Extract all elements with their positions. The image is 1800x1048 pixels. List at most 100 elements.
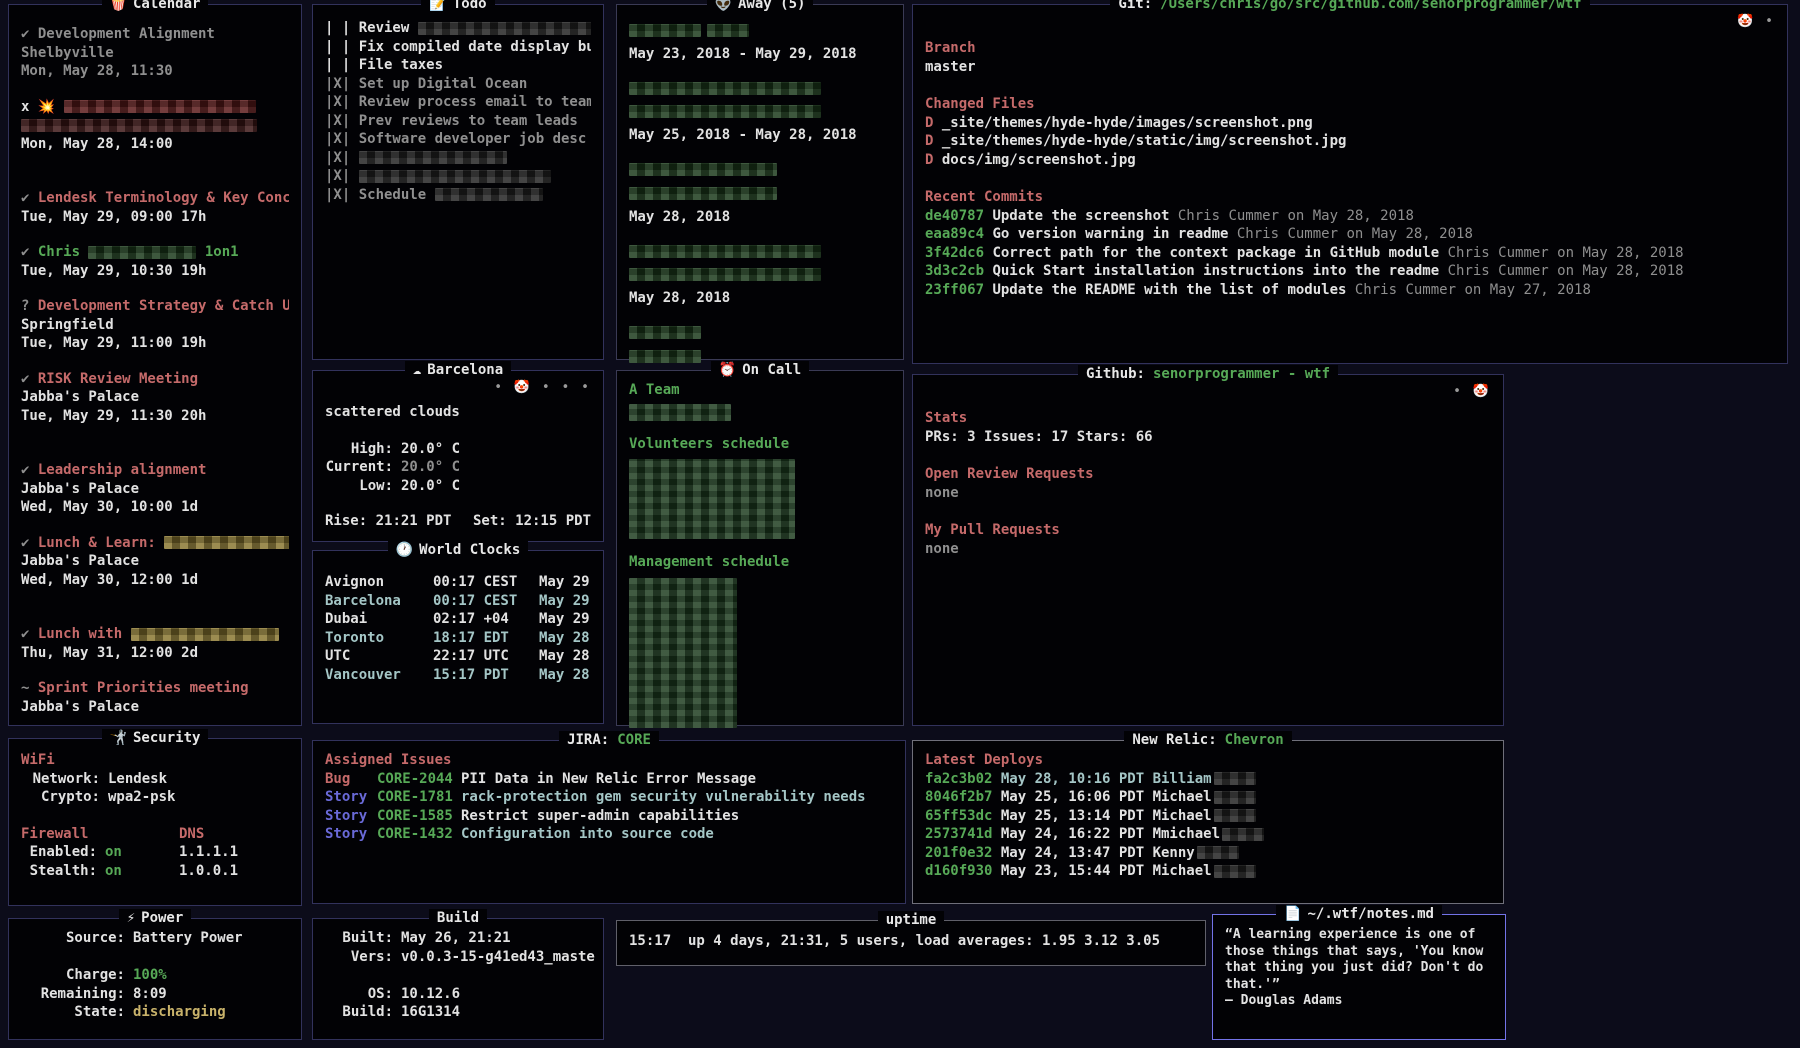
calendar-event-line: ✔ Chris 1on1 <box>21 243 289 262</box>
todo-item[interactable]: | | File taxes <box>325 56 591 75</box>
deploy-author: Mmichael <box>1153 826 1220 842</box>
row-value: Lendesk <box>108 771 167 787</box>
commit-row: 3f42dc6 Correct path for the context pac… <box>925 244 1775 263</box>
checked-checkbox: |X| <box>325 168 359 184</box>
on-call-heading: Management schedule <box>629 553 891 572</box>
redacted-schedule <box>629 578 737 728</box>
deploy-author: Billiam <box>1153 771 1212 787</box>
row-label: Network: <box>21 770 100 789</box>
panel-build[interactable]: Build Built:May 26, 21:21Vers:v0.0.3-15-… <box>312 918 604 1040</box>
todo-item[interactable]: |X| Software developer job desc <box>325 130 591 149</box>
todo-item[interactable]: |X| Set up Digital Ocean <box>325 75 591 94</box>
row-label: Low: <box>325 477 393 496</box>
notes-lines: “A learning experience is one ofthose th… <box>1225 925 1493 1010</box>
row-label: Charge: <box>21 966 125 985</box>
clown-indicator-icon: • 🤡 • • • <box>494 379 591 398</box>
deploy-row[interactable]: 201f0e32 May 24, 13:47 PDT Kenny <box>925 844 1491 863</box>
deploy-row[interactable]: 65ff53dc May 25, 13:14 PDT Michael <box>925 807 1491 826</box>
unchecked-checkbox: | | <box>325 39 359 55</box>
redacted-text <box>359 170 551 183</box>
todo-item[interactable]: |X| Review process email to team <box>325 93 591 112</box>
todo-item[interactable]: |X| Prev reviews to team leads <box>325 112 591 131</box>
calendar-event-line: Tue, May 29, 11:00 19h <box>21 334 289 353</box>
todo-item[interactable]: | | Review <box>325 19 591 38</box>
label-value-row: Source:Battery Power <box>21 929 289 948</box>
panel-away[interactable]: 👽Away (5) May 23, 2018 - May 29, 2018May… <box>616 4 904 360</box>
issue-key: CORE-1781 <box>377 788 461 807</box>
popcorn-icon: 🍿 <box>110 0 127 12</box>
row-label: Stealth: <box>21 862 97 881</box>
panel-notes[interactable]: 📄~/.wtf/notes.md “A learning experience … <box>1212 914 1506 1040</box>
panel-security[interactable]: 🤺Security WiFi Network:LendeskCrypto:wpa… <box>8 738 302 906</box>
deploy-time: May 28, 10:16 PDT <box>1001 771 1153 787</box>
jira-issue-row[interactable]: BugCORE-2044PII Data in New Relic Error … <box>325 770 893 789</box>
panel-git[interactable]: Git:/Users/chris/go/src/github.com/senor… <box>912 4 1788 364</box>
clown-indicator-icon: • 🤡 <box>1453 383 1491 402</box>
todo-item[interactable]: |X| Schedule <box>325 186 591 205</box>
todo-item[interactable]: |X| <box>325 167 591 186</box>
todo-item-label: Fix compiled date display bug <box>359 39 591 55</box>
calendar-event-line: ✔ Development Alignment <box>21 25 289 44</box>
page-icon: 📄 <box>1284 906 1301 922</box>
redacted-text <box>1197 846 1239 859</box>
clock-city: UTC <box>325 647 433 666</box>
calendar-event-line: ? Development Strategy & Catch U <box>21 297 289 316</box>
unchecked-checkbox: | | <box>325 57 359 73</box>
jira-issue-row[interactable]: StoryCORE-1585Restrict super-admin capab… <box>325 807 893 826</box>
clock-row: Vancouver15:17 PDTMay 28 <box>325 666 591 685</box>
deploy-row[interactable]: fa2c3b02 May 28, 10:16 PDT Billiam <box>925 770 1491 789</box>
panel-world-clocks[interactable]: 🕐World Clocks Avignon00:17 CESTMay 29Bar… <box>312 550 604 724</box>
on-call-section: Volunteers schedule <box>629 435 891 540</box>
redacted-text <box>164 536 289 549</box>
github-section: Open Review Requestsnone <box>925 465 1491 502</box>
commits-list: de40787 Update the screenshot Chris Cumm… <box>925 207 1775 300</box>
label-value-row: Built:May 26, 21:21 <box>325 929 591 948</box>
deploy-author: Michael <box>1153 789 1212 805</box>
row-value: v0.0.3-15-g41ed43_maste <box>401 949 595 965</box>
deploy-row[interactable]: d160f930 May 23, 15:44 PDT Michael <box>925 862 1491 881</box>
jira-title: JIRA: <box>567 732 609 748</box>
panel-uptime[interactable]: uptime 15:17 up 4 days, 21:31, 5 users, … <box>616 920 1206 966</box>
redacted-name <box>629 268 821 281</box>
clown-indicator-icon: 🤡 • <box>1737 13 1775 32</box>
row-value: wpa2-psk <box>108 789 175 805</box>
redacted-name <box>629 163 777 176</box>
label-value-row: Network: Lendesk <box>21 770 289 789</box>
calendar-event: ✔ Lendesk Terminology & Key ConcTue, May… <box>21 189 289 226</box>
deploy-row[interactable]: 2573741d May 24, 16:22 PDT Mmichael <box>925 825 1491 844</box>
notes-title: ~/.wtf/notes.md <box>1308 906 1434 922</box>
deploy-rows: fa2c3b02 May 28, 10:16 PDT Billiam8046f2… <box>925 770 1491 881</box>
jira-issue-row[interactable]: StoryCORE-1432Configuration into source … <box>325 825 893 844</box>
todo-item[interactable]: | | Fix compiled date display bug <box>325 38 591 57</box>
changed-file-row: D _site/themes/hyde-hyde/images/screensh… <box>925 114 1775 133</box>
jira-issue-row[interactable]: StoryCORE-1781rack-protection gem securi… <box>325 788 893 807</box>
panel-weather-barcelona[interactable]: ☁Barcelona • 🤡 • • • scattered clouds Hi… <box>312 370 604 542</box>
calendar-event-line: Jabba's Palace <box>21 480 289 499</box>
row-value: 20.0° C <box>401 478 460 494</box>
panel-jira[interactable]: JIRA:CORE Assigned Issues BugCORE-2044PI… <box>312 740 906 904</box>
github-section: My Pull Requestsnone <box>925 521 1491 558</box>
away-dates: May 28, 2018 <box>629 289 891 308</box>
github-section-heading: My Pull Requests <box>925 521 1491 540</box>
issue-type: Bug <box>325 770 377 789</box>
issue-type: Story <box>325 788 377 807</box>
todo-item[interactable]: |X| <box>325 149 591 168</box>
calendar-event: ? Development Strategy & Catch USpringfi… <box>21 297 289 353</box>
label-value-row: Low: 20.0° C <box>325 477 591 496</box>
commit-row: 3d3c2cb Quick Start installation instruc… <box>925 262 1775 281</box>
panel-new-relic[interactable]: New Relic:Chevron Latest Deploys fa2c3b0… <box>912 740 1504 904</box>
github-section-body: none <box>925 540 1491 559</box>
panel-on-call[interactable]: ⏰On Call A TeamVolunteers scheduleManage… <box>616 370 904 726</box>
panel-github[interactable]: Github:senorprogrammer - wtf • 🤡 Stats P… <box>912 374 1504 726</box>
power-title: Power <box>141 910 183 926</box>
note-line: that thing you just did? Don't do <box>1225 960 1493 977</box>
deploy-row[interactable]: 8046f2b7 May 25, 16:06 PDT Michael <box>925 788 1491 807</box>
deploy-hash: d160f930 <box>925 863 1001 879</box>
fencer-icon: 🤺 <box>110 730 127 746</box>
panel-calendar[interactable]: 🍿Calendar ✔ Development AlignmentShelbyv… <box>8 4 302 726</box>
row-label: Enabled: <box>21 843 97 862</box>
panel-power[interactable]: ⚡Power Source:Battery PowerCharge:100%Re… <box>8 918 302 1040</box>
calendar-event: ✔ Chris 1on1Tue, May 29, 10:30 19h <box>21 243 289 280</box>
row-label: Build: <box>325 1003 393 1022</box>
panel-todo[interactable]: 📝Todo | | Review | | Fix compiled date d… <box>312 4 604 360</box>
